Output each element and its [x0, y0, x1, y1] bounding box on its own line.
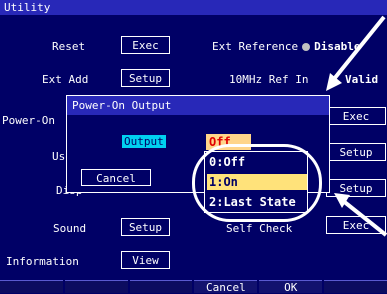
- softkey-cancel[interactable]: Cancel: [194, 280, 258, 294]
- ext-add-setup-button[interactable]: Setup: [121, 69, 170, 87]
- output-dropdown: 0:Off 1:On 2:Last State: [204, 151, 308, 213]
- information-label: Information: [6, 255, 79, 268]
- output-value-field[interactable]: Off: [206, 134, 251, 150]
- option-on[interactable]: 1:On: [207, 174, 307, 190]
- dialog-title: Power-On Output: [67, 96, 329, 115]
- softkey-ok[interactable]: OK: [259, 280, 323, 294]
- softkey-bar: Cancel OK: [0, 280, 387, 294]
- annotation-arrows: [326, 15, 387, 237]
- sound-setup-button[interactable]: Setup: [121, 218, 170, 236]
- dialog-cancel-button[interactable]: Cancel: [81, 169, 151, 186]
- arrow-upper: [326, 15, 386, 91]
- option-last-state[interactable]: 2:Last State: [207, 194, 307, 210]
- option-off[interactable]: 0:Off: [207, 154, 307, 170]
- self-check-label: Self Check: [226, 222, 293, 235]
- reset-label: Reset: [52, 40, 86, 53]
- arrow-lower: [334, 193, 387, 237]
- softkey-2[interactable]: [64, 280, 128, 293]
- sound-label: Sound: [53, 222, 87, 235]
- power-on-label: Power-On: [2, 114, 55, 127]
- ext-reference-label: Ext Reference: [212, 40, 299, 53]
- reset-exec-button[interactable]: Exec: [121, 36, 170, 54]
- softkey-1[interactable]: [0, 280, 63, 293]
- ext-add-label: Ext Add: [42, 73, 89, 86]
- softkey-3[interactable]: [129, 280, 193, 293]
- output-label: Output: [122, 135, 166, 148]
- window-title: Utility: [0, 0, 387, 15]
- information-view-button[interactable]: View: [121, 251, 170, 269]
- ref-10mhz-label: 10MHz Ref In: [229, 73, 309, 86]
- softkey-6[interactable]: [324, 280, 387, 293]
